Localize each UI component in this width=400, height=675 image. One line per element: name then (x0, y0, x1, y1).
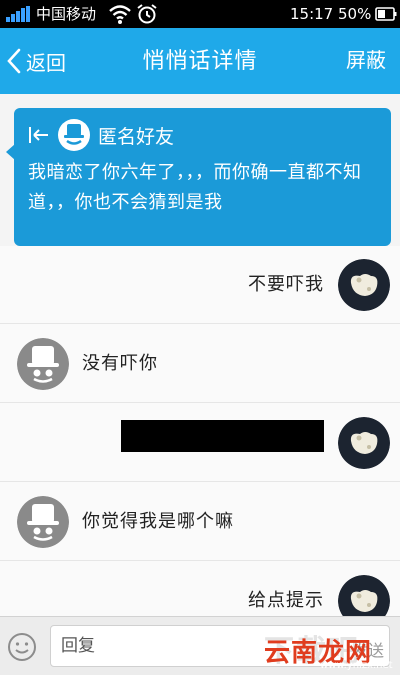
alarm-icon (137, 4, 157, 24)
message-text: 给点提示 (248, 590, 324, 611)
watermark-site: www.ynlzx.net (320, 660, 393, 671)
carrier-label: 中国移动 (36, 5, 97, 23)
battery-percent: 50% (338, 5, 372, 23)
whisper-sender: 匿名好友 (28, 118, 174, 152)
message-row: 你觉得我是哪个嘛 (0, 483, 400, 561)
message-list[interactable]: 不要吓我 没有吓你 你是 (0, 246, 400, 627)
message-text: 不要吓我 (248, 274, 324, 295)
message-row: 不要吓我 (0, 246, 400, 324)
anonymous-avatar-icon (58, 119, 90, 151)
anonymous-avatar-icon[interactable] (17, 338, 69, 390)
user-avatar[interactable] (338, 259, 390, 311)
wifi-icon (109, 5, 131, 24)
page-title: 悄悄话详情 (142, 49, 258, 74)
battery-icon (375, 7, 397, 21)
anonymous-avatar-icon[interactable] (17, 496, 69, 548)
message-text: 没有吓你 (82, 353, 158, 374)
reply-arrow-icon (29, 127, 48, 143)
sender-name: 匿名好友 (98, 125, 175, 148)
clock-time: 15:17 (290, 5, 334, 23)
whisper-card: 匿名好友 我暗恋了你六年了，，，而你确一直都不知道，，你也不会猜到是我 (14, 108, 391, 246)
smiley-icon[interactable] (6, 631, 38, 663)
redaction-box (121, 420, 324, 452)
watermark: 下载吧 云南龙网 www.ynlzx.net (264, 626, 396, 672)
whisper-text: 我暗恋了你六年了，，，而你确一直都不知道，，你也不会猜到是我 (28, 162, 362, 213)
block-button[interactable]: 屏蔽 (346, 46, 386, 74)
title-bar: 返回 悄悄话详情 屏蔽 (0, 28, 400, 94)
signal-icon (6, 6, 30, 22)
message-row: 没有吓你 (0, 325, 400, 403)
status-bar: 中国移动 15:17 50% (0, 0, 400, 28)
message-row: 你是 (0, 404, 400, 482)
message-text: 你觉得我是哪个嘛 (82, 511, 234, 532)
user-avatar[interactable] (338, 417, 390, 469)
